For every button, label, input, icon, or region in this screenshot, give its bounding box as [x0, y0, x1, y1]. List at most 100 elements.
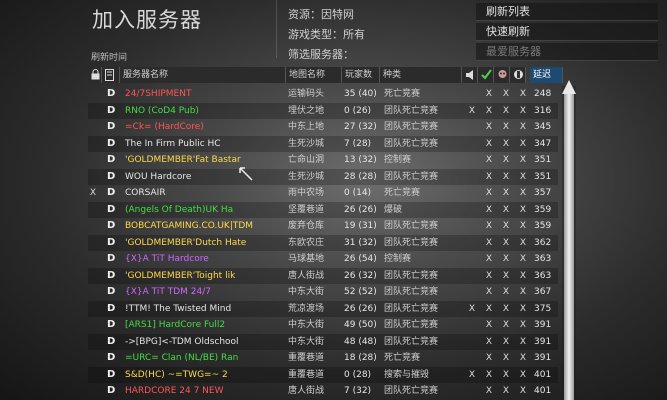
player-count: 52 (52): [344, 287, 377, 297]
server-row[interactable]: D [ARS1] HardCore Full2 中东大街 49 (50) 团队死亡竞赛 X…: [88, 317, 558, 333]
game-type: 团队死亡竞赛: [384, 303, 439, 314]
server-list-header: 服务器名称 地图名称 玩家数 种类 延迟: [88, 67, 563, 83]
server-flag-k4: X: [519, 287, 527, 297]
voice-column-header[interactable]: [462, 67, 478, 83]
server-row[interactable]: D (Angels Of Death)UK Ha 坚覆巷道 26 (26) 爆破 X X X 3…: [88, 201, 558, 218]
ping-header[interactable]: 延迟: [530, 67, 563, 83]
map-name: 中东大街: [288, 287, 325, 297]
server-flag-k4: X: [519, 270, 527, 281]
game-type: 团队死亡竞赛: [384, 171, 439, 182]
dedicated-flag: D: [107, 88, 116, 99]
server-flag-k3: X: [502, 320, 510, 330]
map-name-header[interactable]: 地图名称: [286, 67, 342, 83]
dedicated-flag: D: [107, 236, 116, 248]
gametype-info[interactable]: 游戏类型：所有: [288, 26, 365, 42]
server-flag-k4: X: [519, 171, 527, 182]
server-flag-k3: X: [502, 138, 510, 149]
server-flag-k2: X: [485, 237, 493, 248]
quick-refresh-button[interactable]: 快速刷新: [476, 23, 658, 41]
server-flag-k3: X: [502, 122, 510, 132]
favorite-servers-button[interactable]: 最爱服务器: [476, 43, 658, 61]
server-flag-k3: X: [502, 270, 510, 281]
map-name: 埋伏之地: [288, 105, 325, 116]
player-count: 26 (32): [344, 270, 377, 281]
refresh-list-button[interactable]: 刷新列表: [476, 3, 658, 21]
server-row[interactable]: D WOU Hardcore 生死沙城 28 (28) 团队死亡竞赛 X X X 351: [88, 168, 558, 185]
server-row[interactable]: D ->[BPG]<-TDM Oldschool 中东大街 48 (48) 团队死亡竞赛…: [88, 333, 558, 350]
game-type: 爆破: [384, 204, 403, 215]
server-row[interactable]: D 'GOLDMEMBER'Dutch Hate 东欧农庄 31 (32) 团队死亡竞赛…: [88, 234, 558, 251]
server-flag-k3: X: [502, 171, 510, 182]
server-flag-k3: X: [502, 89, 510, 99]
server-flag-k4: X: [519, 188, 527, 198]
server-row[interactable]: D {X}A TiT TDM 24/7 中东大街 52 (52) 团队死亡竞赛 X X X 36…: [88, 284, 558, 300]
players-header[interactable]: 玩家数: [342, 67, 380, 83]
server-icon: [105, 69, 114, 81]
server-row[interactable]: D !TTM! The Twisted Mind 荒凉渡场 26 (26) 团队死亡竞赛…: [88, 300, 558, 317]
map-name: 中东上地: [288, 122, 325, 132]
game-type: 团队死亡竞赛: [384, 237, 439, 248]
server-flag-k4: X: [519, 89, 527, 99]
speaker-icon: [466, 70, 473, 80]
source-info[interactable]: 资源：因特网: [288, 6, 354, 22]
scrollbar-thumb[interactable]: [564, 94, 574, 400]
server-flag-k3: X: [502, 369, 510, 380]
map-name: 马球基地: [288, 254, 325, 264]
server-flag-k1: X: [468, 303, 476, 314]
server-flag-k2: X: [485, 303, 493, 314]
lock-column-header[interactable]: [88, 67, 102, 83]
player-count: 35 (40): [344, 89, 377, 99]
server-row[interactable]: D 24/7SHIPMENT 运输码头 35 (40) 死亡竞赛 X X X 248: [88, 86, 558, 102]
dedicated-flag: D: [107, 121, 116, 132]
player-count: 26 (54): [344, 254, 377, 264]
server-name: 24/7SHIPMENT: [125, 89, 192, 99]
game-type: 死亡竞赛: [384, 89, 421, 99]
filter-servers[interactable]: 筛选服务器：: [288, 46, 354, 62]
dedicated-flag: D: [107, 137, 116, 149]
server-name: =Ck= (HardCore): [125, 122, 204, 132]
ping-value: 248: [534, 89, 552, 99]
pure-column-header[interactable]: [478, 67, 494, 83]
source-value: 因特网: [321, 8, 354, 21]
server-flag-k4: X: [519, 386, 527, 396]
dedicated-flag: D: [107, 286, 116, 297]
game-type: 死亡竞赛: [384, 353, 421, 363]
server-flag-k4: X: [519, 336, 527, 347]
player-count: 0 (14): [344, 188, 372, 198]
ping-value: 351: [534, 171, 552, 182]
server-row[interactable]: D HARDCORE 24 7 NEW 唐人街战 7 (32) 团队死亡竞赛 X X X 401: [88, 383, 558, 399]
map-name: 荒凉渡场: [288, 303, 325, 314]
server-row[interactable]: D The In Firm Public HC 生死沙城 7 (28) 团队死亡竞赛 X X…: [88, 135, 558, 152]
dedicated-column-header[interactable]: [102, 67, 120, 83]
server-flag-k2: X: [485, 188, 493, 198]
server-row[interactable]: D 'GOLDMEMBER'Fat Bastar 亡命山洞 13 (32) 控制赛 X X X…: [88, 152, 558, 168]
player-count: 7 (28): [344, 138, 372, 149]
scroll-up-arrow-icon[interactable]: [562, 80, 576, 94]
server-row[interactable]: D 'GOLDMEMBER'Toight lik 唐人街战 26 (32) 团队死亡竞赛…: [88, 267, 558, 284]
server-row[interactable]: D RNO (CoD4 Pub) 埋伏之地 0 (26) 团队死亡竞赛 X X X X 316: [88, 102, 558, 119]
ping-value: 391: [534, 320, 552, 330]
player-count: 0 (26): [344, 105, 372, 116]
server-row[interactable]: D {X}A TiT Hardcore 马球基地 26 (54) 控制赛 X X X 363: [88, 251, 558, 267]
server-row[interactable]: D =URC= Clan (NL/BE) Ran 重覆巷道 18 (28) 死亡竞赛 X X…: [88, 350, 558, 366]
server-row[interactable]: D S&D(HC) ~=TWG=~ 2 重覆巷道 0 (28) 搜索与摧毁 X X X X 401: [88, 366, 558, 383]
map-name: 运输码头: [288, 89, 325, 99]
dedicated-flag: D: [107, 253, 116, 264]
server-row[interactable]: D BOBCATGAMING.CO.UK|TDM 废弃仓库 19 (31) 团队死亡竞赛…: [88, 218, 558, 234]
server-row[interactable]: X D CORSAIR 雨中农场 0 (14) 死亡竞赛 X X X 357: [88, 185, 558, 201]
ping-value: 375: [534, 303, 552, 314]
ping-value: 357: [534, 188, 552, 198]
server-row[interactable]: D =Ck= (HardCore) 中东上地 27 (32) 团队死亡竞赛 X X X 345: [88, 119, 558, 135]
server-name-header[interactable]: 服务器名称: [120, 67, 286, 83]
game-type: 团队死亡竞赛: [384, 221, 439, 231]
gametype-header[interactable]: 种类: [380, 67, 462, 83]
server-flag-k2: X: [485, 171, 493, 182]
server-flag-k4: X: [519, 122, 527, 132]
mod-column-header[interactable]: [494, 67, 510, 83]
server-flag-k4: X: [519, 221, 527, 231]
server-flag-k2: X: [485, 353, 493, 363]
hardcore-column-header[interactable]: [510, 67, 526, 83]
server-flag-k1: X: [468, 369, 476, 380]
server-flag-k4: X: [519, 237, 527, 248]
game-type: 控制赛: [384, 254, 412, 264]
